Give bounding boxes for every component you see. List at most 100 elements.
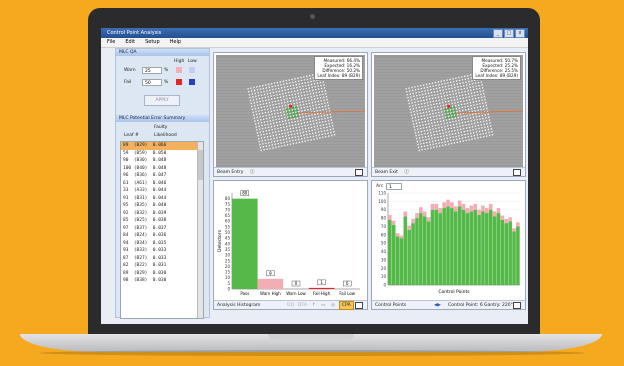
histogram-bar [308,287,335,289]
dta-toggle[interactable]: DTA [298,301,307,310]
error-summary-row[interactable]: 100 (B40) 0.048 [121,165,203,173]
info-icon[interactable]: ⓘ [404,170,409,175]
apply-button[interactable]: APPLY [144,95,180,106]
menu-help[interactable]: Help [170,38,181,47]
warn-low-color-swatch[interactable] [189,67,195,73]
error-summary-row[interactable]: 93 (B33) 0.033 [121,247,203,255]
menu-setup[interactable]: Setup [145,38,160,47]
leaf-header: Leaf # [124,133,139,138]
analysis-histogram-chart: 05101520253035404550556065707580Detector… [217,190,360,296]
menu-edit[interactable]: Edit [125,38,135,47]
window-icon[interactable] [513,302,521,309]
grid-view-icon[interactable] [355,169,363,176]
error-summary-row[interactable]: 96 (B36) 0.047 [121,172,203,180]
error-summary-row[interactable]: 61 (A61) 0.046 [121,180,203,188]
chart-icon[interactable]: ▭ [321,301,325,310]
y-tick-label: 60 [225,219,231,224]
error-summary-row[interactable]: 95 (B35) 0.040 [121,202,203,210]
error-summary-row[interactable]: 98 (B38) 0.030 [121,277,203,285]
grid-view-icon[interactable] [513,169,521,176]
control-point-warn-bar [457,200,462,207]
histogram-data-label: 0 [295,281,298,286]
error-summary-row[interactable]: 94 (B34) 0.035 [121,240,203,248]
error-summary-row[interactable]: 89 (B29) 0.030 [121,270,203,278]
fail-threshold-input[interactable]: 50 [142,79,162,86]
error-summary-row[interactable]: 97 (B37) 0.037 [121,225,203,233]
control-point-warn-bar [395,233,400,237]
error-summary-row[interactable]: 89 (B29) 0.066 [121,142,203,150]
y-tick-label: 65 [225,213,231,218]
control-point-bar [500,219,505,285]
menu-file[interactable]: File [107,38,115,47]
control-points-pane: Arc 1 0 10 20 30 40 50 60 70 80 90 100 110 Control P… [371,180,526,310]
error-summary-row[interactable]: 85 (B25) 0.038 [121,217,203,225]
mlc-qa-title: MLC QA [116,49,209,56]
minimize-button[interactable]: _ [493,29,503,38]
control-point-warn-bar [512,228,516,232]
error-summary-row[interactable]: 82 (B22) 0.031 [121,262,203,270]
dd-toggle[interactable]: DD [287,301,294,310]
beam-exit-label: Beam Exit [375,170,398,175]
error-summary-row[interactable]: 90 (B30) 0.048 [121,157,203,165]
control-point-bar [473,209,477,285]
control-point-bar [388,219,392,285]
control-point-bar [422,216,427,285]
control-point-warn-bar [465,208,470,214]
histogram-bar [232,198,258,289]
settings-icon[interactable]: ◎ [331,301,335,310]
info-icon[interactable]: ⓘ [250,170,255,175]
fail-percent: % [164,80,169,85]
y-tick-label: 40 [225,241,231,246]
cpa-toggle[interactable]: CPA [339,301,354,310]
y-tick-label: 55 [225,224,231,229]
window-title: Control Point Analysis [107,30,162,36]
fail-high-color-swatch[interactable] [176,79,182,85]
y-tick-label: 10 [381,274,387,279]
control-point-bar [450,208,454,285]
histogram-pane: 0 5 10 15 20 25 30 35 40 45 50 55 60 65 70 75 80 Detector… [213,180,368,310]
pin-icon[interactable]: ↑ [312,301,316,310]
control-point-warn-bar [426,217,431,222]
maximize-button[interactable]: □ [504,29,514,38]
fail-label: Fail [124,80,132,85]
y-tick-label: 80 [225,196,231,201]
control-point-warn-bar [481,205,485,212]
control-point-warn-bar [438,208,443,214]
error-summary-row[interactable]: 59 (B59) 0.050 [121,150,203,158]
scrollbar-thumb[interactable] [198,150,203,180]
control-point-warn-bar [442,202,446,209]
control-point-warn-bar [492,211,497,217]
histogram-bar [257,278,284,289]
error-summary-title: MLC Potential Error Summary [116,115,209,122]
y-tick-label: 110 [378,191,386,196]
scrollbar[interactable] [197,142,203,318]
warn-high-color-swatch[interactable] [176,67,182,73]
control-point-bar [430,209,435,285]
x-tick-label: Warn Low [286,291,306,296]
error-summary-row[interactable]: 87 (B27) 0.033 [121,255,203,263]
window-icon[interactable] [355,302,363,309]
close-button[interactable]: x [515,29,525,38]
error-summary-list[interactable]: 89 (B29) 0.066 59 (B59) 0.050 90 (B30) 0.0… [120,141,204,319]
histogram-label: Analysis Histogram [217,303,261,308]
low-label: Low [188,59,197,64]
error-summary-row[interactable]: 84 (B24) 0.036 [121,232,203,240]
control-point-warn-bar [411,218,415,224]
y-tick-label: 35 [225,247,231,252]
warn-threshold-input[interactable]: 25 [142,67,162,74]
error-summary-row[interactable]: 92 (B32) 0.039 [121,210,203,218]
fail-low-color-swatch[interactable] [189,79,195,85]
control-points-chart: 0 10 20 30 40 50 60 70 80 90 100 110 Control Points [378,191,520,295]
control-point-bar [442,208,446,285]
laptop-notch [268,334,354,340]
control-point-bar [446,206,450,285]
control-point-warn-bar [469,205,474,212]
error-summary-row[interactable]: 33 (A33) 0.044 [121,187,203,195]
control-point-bar [461,209,466,285]
step-arrows-icon[interactable]: ◀▶ [434,301,441,310]
beam-entry-label: Beam Entry [217,170,244,175]
control-point-warn-bar [516,222,520,227]
y-tick-label: 30 [381,257,387,262]
control-point-warn-bar [473,203,477,210]
error-summary-row[interactable]: 91 (B31) 0.044 [121,195,203,203]
